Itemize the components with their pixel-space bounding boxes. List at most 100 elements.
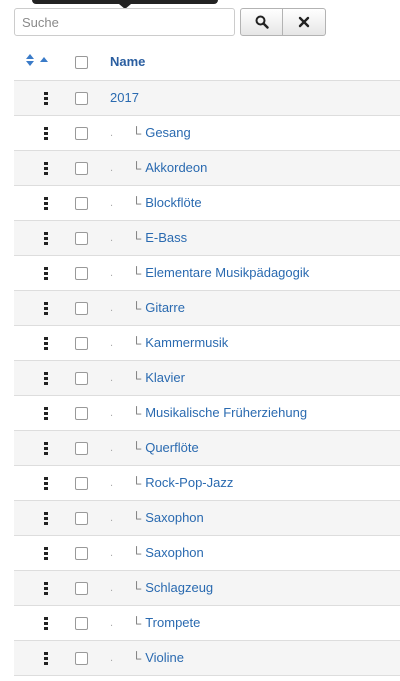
row-checkbox[interactable]: [75, 512, 88, 526]
drag-handle-icon[interactable]: [44, 232, 48, 246]
tree-branch-icon: └: [132, 195, 142, 211]
indent-marker: .: [110, 127, 114, 140]
tree-branch-icon: └: [132, 405, 142, 421]
drag-handle-icon[interactable]: [44, 547, 48, 561]
indent-marker: .: [110, 617, 114, 630]
clear-search-button[interactable]: [283, 8, 326, 36]
table-row: . └ Gitarre: [14, 290, 400, 325]
tree-branch-icon: └: [132, 335, 142, 351]
row-checkbox[interactable]: [75, 442, 88, 456]
table-row: . └ Elementare Musikpädagogik: [14, 255, 400, 290]
row-checkbox[interactable]: [75, 197, 88, 211]
row-checkbox[interactable]: [75, 337, 88, 351]
drag-handle-icon[interactable]: [44, 617, 48, 631]
drag-handle-icon[interactable]: [44, 407, 48, 421]
table-row: . └ Gesang: [14, 115, 400, 150]
table-row: . └ Saxophon: [14, 500, 400, 535]
category-link[interactable]: Akkordeon: [145, 161, 207, 176]
category-link[interactable]: Blockflöte: [145, 196, 201, 211]
table-row: . └ Klavier: [14, 360, 400, 395]
drag-handle-icon[interactable]: [44, 372, 48, 386]
row-checkbox[interactable]: [75, 477, 88, 491]
category-link[interactable]: Trompete: [145, 616, 200, 631]
tree-branch-icon: └: [132, 650, 142, 666]
row-checkbox[interactable]: [75, 617, 88, 631]
tree-branch-icon: └: [132, 510, 142, 526]
search-bar: [14, 8, 326, 36]
category-link[interactable]: Saxophon: [145, 546, 204, 561]
search-icon: [255, 15, 269, 29]
category-link[interactable]: Kammermusik: [145, 336, 228, 351]
category-link[interactable]: Elementare Musikpädagogik: [145, 266, 309, 281]
sort-ascending-icon[interactable]: [40, 57, 48, 63]
indent-marker: .: [110, 302, 114, 315]
indent-marker: .: [110, 162, 114, 175]
drag-handle-icon[interactable]: [44, 582, 48, 596]
indent-marker: .: [110, 197, 114, 210]
drag-handle-icon[interactable]: [44, 477, 48, 491]
table-row: . └ E-Bass: [14, 220, 400, 255]
drag-handle-icon[interactable]: [44, 267, 48, 281]
category-link[interactable]: Querflöte: [145, 441, 198, 456]
select-all-checkbox[interactable]: [75, 56, 88, 70]
tree-branch-icon: └: [132, 580, 142, 596]
indent-marker: .: [110, 337, 114, 350]
category-link[interactable]: Klavier: [145, 371, 185, 386]
indent-marker: .: [110, 407, 114, 420]
row-checkbox[interactable]: [75, 232, 88, 246]
drag-handle-icon[interactable]: [44, 162, 48, 176]
category-link[interactable]: Schlagzeug: [145, 581, 213, 596]
table-header-row: Name: [14, 44, 400, 80]
indent-marker: .: [110, 652, 114, 665]
search-button[interactable]: [240, 8, 283, 36]
drag-handle-icon[interactable]: [44, 302, 48, 316]
row-checkbox[interactable]: [75, 582, 88, 596]
drag-handle-icon[interactable]: [44, 442, 48, 456]
table-row: . └ Kammermusik: [14, 325, 400, 360]
close-icon: [298, 16, 310, 28]
indent-marker: .: [110, 582, 114, 595]
drag-handle-icon[interactable]: [44, 337, 48, 351]
drag-handle-icon[interactable]: [44, 512, 48, 526]
drag-handle-icon[interactable]: [44, 197, 48, 211]
search-input[interactable]: [14, 8, 235, 36]
category-table: Name 2017. └ Gesang. └ Akkordeon. └ Blockflöte…: [14, 44, 400, 676]
row-checkbox[interactable]: [75, 162, 88, 176]
drag-handle-icon[interactable]: [44, 652, 48, 666]
category-link[interactable]: Gitarre: [145, 301, 185, 316]
drag-handle-icon[interactable]: [44, 92, 48, 106]
category-link[interactable]: Saxophon: [145, 511, 204, 526]
indent-marker: .: [110, 512, 114, 525]
tree-branch-icon: └: [132, 615, 142, 631]
table-row: . └ Schlagzeug: [14, 570, 400, 605]
ordering-header: [14, 44, 62, 80]
category-link[interactable]: Gesang: [145, 126, 191, 141]
category-link[interactable]: Violine: [145, 651, 184, 666]
row-checkbox[interactable]: [75, 547, 88, 561]
tree-branch-icon: └: [132, 475, 142, 491]
indent-marker: .: [110, 442, 114, 455]
drag-handle-icon[interactable]: [44, 127, 48, 141]
tree-branch-icon: └: [132, 230, 142, 246]
indent-marker: .: [110, 477, 114, 490]
category-link[interactable]: Rock-Pop-Jazz: [145, 476, 233, 491]
row-checkbox[interactable]: [75, 267, 88, 281]
row-checkbox[interactable]: [75, 92, 88, 106]
category-link[interactable]: Musikalische Früherziehung: [145, 406, 307, 421]
row-checkbox[interactable]: [75, 652, 88, 666]
row-checkbox[interactable]: [75, 372, 88, 386]
sort-icon[interactable]: [26, 54, 34, 67]
tree-branch-icon: └: [132, 370, 142, 386]
row-checkbox[interactable]: [75, 127, 88, 141]
table-row: . └ Musikalische Früherziehung: [14, 395, 400, 430]
indent-marker: .: [110, 372, 114, 385]
name-column-header[interactable]: Name: [110, 44, 400, 80]
indent-marker: .: [110, 232, 114, 245]
row-checkbox[interactable]: [75, 302, 88, 316]
tree-branch-icon: └: [132, 160, 142, 176]
table-row: . └ Trompete: [14, 605, 400, 640]
category-link-root[interactable]: 2017: [110, 90, 139, 105]
tree-branch-icon: └: [132, 545, 142, 561]
category-link[interactable]: E-Bass: [145, 231, 187, 246]
row-checkbox[interactable]: [75, 407, 88, 421]
